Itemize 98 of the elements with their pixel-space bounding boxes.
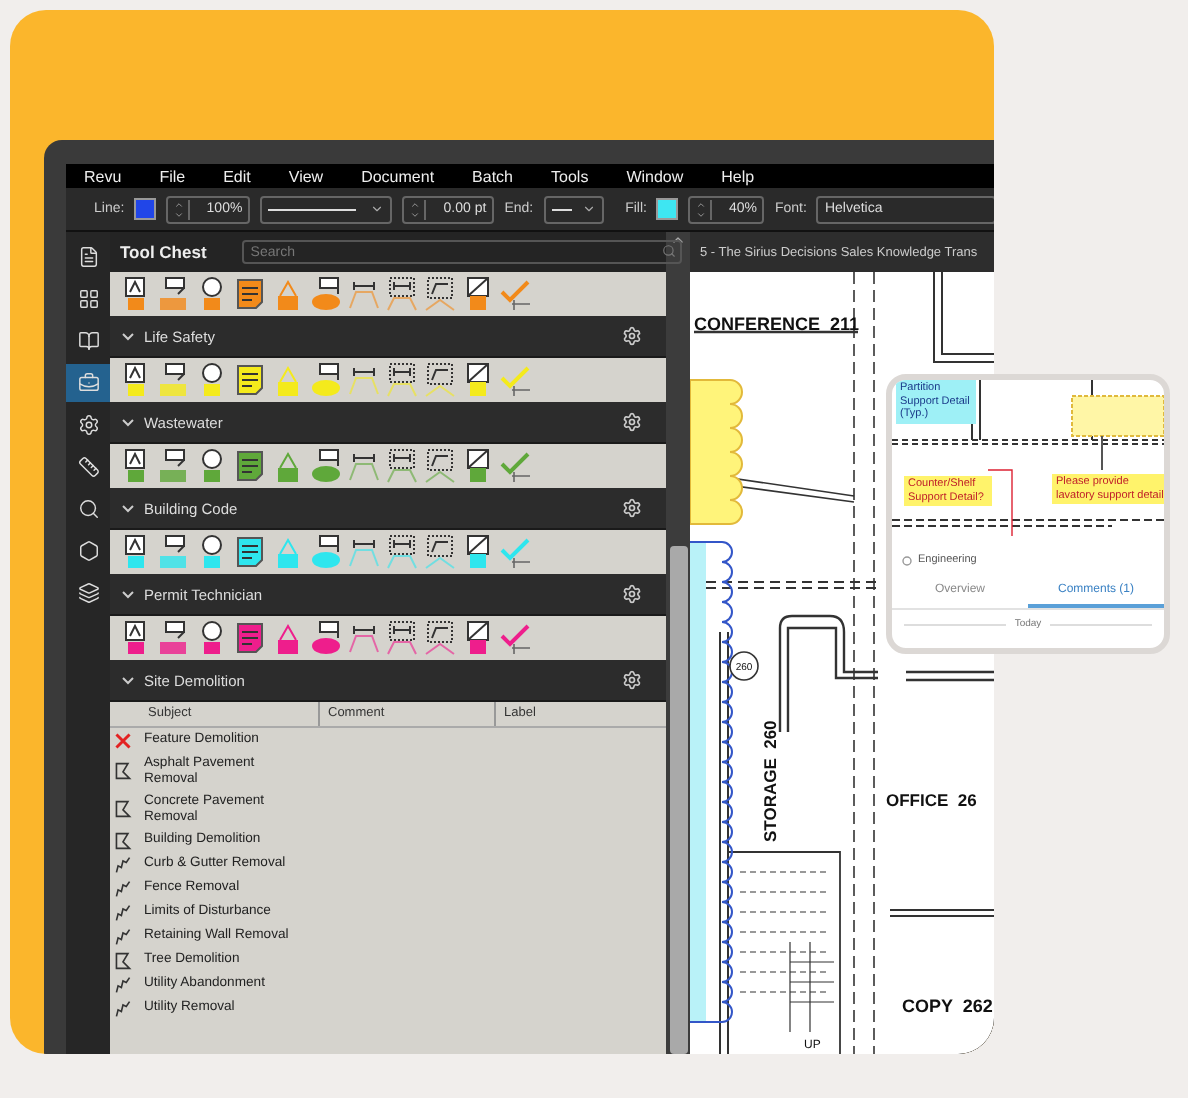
area-shape-icon: [114, 762, 132, 780]
cloud-callout-icon: [310, 534, 342, 570]
area-icon: [462, 534, 494, 570]
check-icon: [500, 448, 532, 484]
note-icon: [234, 620, 266, 656]
check-icon: [500, 534, 532, 570]
note-icon: [234, 276, 266, 312]
menu-item[interactable]: Document: [361, 167, 435, 185]
line-sample-icon: [551, 207, 572, 211]
circle-marker-icon: [196, 534, 228, 570]
line-sample-icon: [268, 207, 357, 211]
note-icon: [234, 534, 266, 570]
scrollbar-thumb[interactable]: [669, 546, 687, 1054]
measure-icon: [386, 276, 418, 312]
measure-icon: [386, 448, 418, 484]
circle-marker-icon: [196, 448, 228, 484]
search-icon[interactable]: [662, 244, 677, 258]
settings-icon[interactable]: [622, 326, 642, 346]
menu-item[interactable]: View: [288, 167, 324, 185]
room-label: COPY 262: [902, 996, 993, 1016]
caret-icon: [370, 202, 385, 216]
caret-icon: [581, 202, 596, 216]
polyline-icon: [424, 362, 456, 398]
layers-icon: [77, 582, 99, 604]
chevron-icon[interactable]: [120, 672, 136, 688]
polyline-icon: [424, 276, 456, 312]
room-label: OFFICE 26: [886, 790, 977, 810]
callout-icon: [158, 620, 190, 656]
dimension-icon: [348, 276, 380, 312]
room-label: CONFERENCE 211: [694, 314, 860, 334]
dimension-icon: [348, 362, 380, 398]
line-style-dropdown[interactable]: [260, 195, 393, 223]
polyline-icon: [424, 620, 456, 656]
callout-icon: [158, 276, 190, 312]
scroll-up-icon[interactable]: [670, 232, 686, 248]
callout-icon: [158, 448, 190, 484]
panel-title: Tool Chest: [120, 242, 207, 262]
cloud-callout-icon: [310, 620, 342, 656]
note-icon: [234, 448, 266, 484]
settings-icon[interactable]: [622, 498, 642, 518]
note-icon: [234, 362, 266, 398]
spinner-arrows-icon[interactable]: [410, 199, 427, 219]
dimension-icon: [348, 448, 380, 484]
check-icon: [500, 276, 532, 312]
area-shape-icon: [114, 951, 132, 969]
ruler-icon: [77, 456, 99, 478]
dimension-icon: [348, 620, 380, 656]
dimension-icon: [348, 534, 380, 570]
chevron-icon[interactable]: [120, 586, 136, 602]
measure-icon: [386, 534, 418, 570]
check-icon: [500, 620, 532, 656]
area-icon: [462, 276, 494, 312]
menu-item[interactable]: Revu: [84, 167, 122, 185]
menu-item[interactable]: Tools: [551, 167, 589, 185]
menu-item[interactable]: File: [159, 167, 186, 185]
area-icon: [462, 362, 494, 398]
cloud-callout-icon: [310, 276, 342, 312]
grid-icon: [77, 288, 99, 310]
spinner-arrows-icon[interactable]: [174, 199, 191, 219]
line-end-dropdown[interactable]: [543, 195, 604, 223]
menu-item[interactable]: Help: [721, 167, 755, 185]
shape-icon: [77, 540, 99, 562]
cloud-callout-icon: [310, 362, 342, 398]
room-corner-drawing: [933, 272, 994, 363]
status-circle-icon: [902, 555, 912, 565]
chevron-icon[interactable]: [120, 414, 136, 430]
callout-icon: [158, 534, 190, 570]
toolbox-tab[interactable]: [66, 364, 110, 402]
settings-icon[interactable]: [622, 670, 642, 690]
area-icon: [462, 448, 494, 484]
polyline-icon: [424, 448, 456, 484]
circle-marker-icon: [196, 276, 228, 312]
book-icon: [77, 330, 99, 352]
settings-icon: [77, 414, 99, 436]
room-label: STORAGE 260: [760, 720, 780, 842]
circle-marker-icon: [196, 362, 228, 398]
check-icon: [500, 362, 532, 398]
area-icon: [462, 620, 494, 656]
settings-icon[interactable]: [622, 584, 642, 604]
chevron-icon[interactable]: [120, 500, 136, 516]
cloud-callout-icon: [310, 448, 342, 484]
circle-marker-icon: [196, 620, 228, 656]
line-color-swatch[interactable]: [134, 198, 157, 220]
search-icon: [77, 498, 99, 520]
settings-icon[interactable]: [622, 412, 642, 432]
toolbox-icon: [77, 372, 99, 394]
menu-item[interactable]: Edit: [223, 167, 251, 185]
menu-item[interactable]: Batch: [472, 167, 514, 185]
menu-item[interactable]: Window: [626, 167, 684, 185]
chevron-icon[interactable]: [120, 328, 136, 344]
callout-icon: [158, 362, 190, 398]
measure-icon: [386, 362, 418, 398]
polyline-icon: [424, 534, 456, 570]
fill-color-swatch[interactable]: [656, 198, 679, 220]
close-x-icon: [114, 731, 132, 749]
spinner-arrows-icon[interactable]: [696, 199, 713, 219]
measure-icon: [386, 620, 418, 656]
page-icon: [77, 246, 99, 268]
